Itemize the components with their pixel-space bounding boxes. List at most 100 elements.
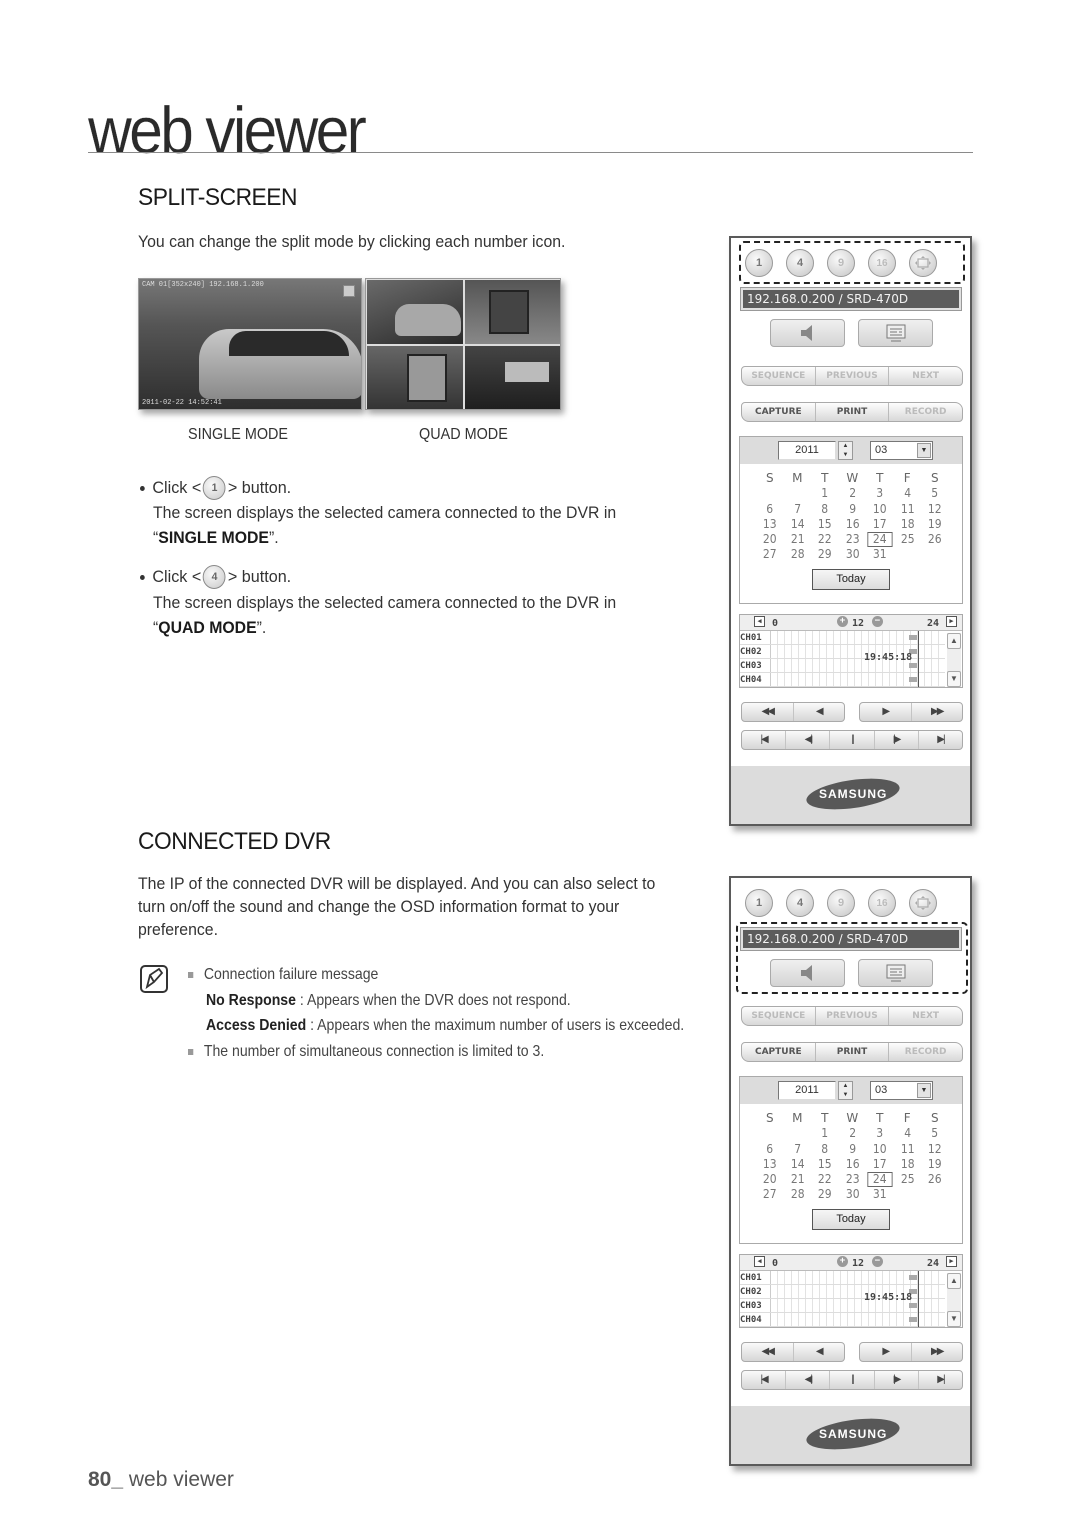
timeline-right-arrow-icon[interactable]: ▶ [946, 616, 957, 627]
pause-button[interactable]: || [830, 731, 875, 749]
sequence-button[interactable]: SEQUENCE [742, 367, 816, 385]
calendar-day[interactable]: 24 [867, 532, 893, 548]
calendar-day[interactable]: 9 [840, 502, 865, 517]
calendar-day[interactable]: 25 [895, 532, 920, 547]
calendar-day[interactable]: 15 [812, 1157, 837, 1172]
calendar-day[interactable]: 11 [895, 1142, 920, 1157]
go-to-end-button[interactable]: ▶| [919, 731, 962, 749]
calendar-day[interactable]: 2 [840, 1126, 865, 1141]
calendar-day[interactable]: 12 [922, 1142, 947, 1157]
channel-label[interactable]: CH04 [740, 1313, 771, 1326]
split-4-button[interactable]: 4 [786, 889, 814, 917]
calendar-day[interactable]: 13 [757, 517, 782, 532]
calendar-day[interactable]: 18 [895, 517, 920, 532]
year-input[interactable]: 2011 [778, 1081, 836, 1100]
calendar-day[interactable]: 22 [812, 1172, 837, 1187]
calendar-day[interactable]: 30 [840, 547, 865, 562]
zoom-in-icon[interactable]: + [837, 1256, 848, 1267]
calendar-day[interactable]: 4 [895, 1126, 920, 1141]
calendar-day[interactable]: 28 [785, 547, 810, 562]
year-spinner[interactable]: ▲ ▼ [838, 441, 853, 460]
calendar-day[interactable]: 17 [867, 517, 892, 532]
calendar-day[interactable]: 24 [867, 1172, 893, 1188]
timeline-scrollbar[interactable]: ▲ ▼ [947, 1273, 961, 1327]
calendar-day[interactable]: 29 [812, 547, 837, 562]
channel-label[interactable]: CH02 [740, 1285, 771, 1298]
record-button[interactable]: RECORD [889, 1043, 962, 1061]
step-back-button[interactable]: ◀| [786, 731, 831, 749]
channel-label[interactable]: CH03 [740, 1299, 771, 1312]
calendar-day[interactable]: 19 [922, 1157, 947, 1172]
calendar-day[interactable]: 11 [895, 502, 920, 517]
previous-button[interactable]: PREVIOUS [816, 367, 890, 385]
step-back-button[interactable]: ◀| [786, 1371, 831, 1389]
timeline-left-arrow-icon[interactable]: ◀ [754, 616, 765, 627]
calendar-day[interactable]: 26 [922, 1172, 947, 1187]
previous-button[interactable]: PREVIOUS [816, 1007, 890, 1025]
calendar-day[interactable]: 10 [867, 1142, 892, 1157]
calendar-day[interactable]: 21 [785, 532, 810, 547]
calendar-day[interactable]: 18 [895, 1157, 920, 1172]
scroll-up-icon[interactable]: ▲ [947, 633, 961, 649]
timeline-cursor[interactable] [918, 631, 919, 687]
year-input[interactable]: 2011 [778, 441, 836, 460]
zoom-in-icon[interactable]: + [837, 616, 848, 627]
today-button[interactable]: Today [812, 1209, 890, 1230]
fullscreen-button[interactable] [909, 889, 937, 917]
print-button[interactable]: PRINT [816, 1043, 890, 1061]
calendar-day[interactable]: 27 [757, 547, 782, 562]
next-button[interactable]: NEXT [889, 1007, 962, 1025]
calendar-day[interactable]: 16 [840, 1157, 865, 1172]
today-button[interactable]: Today [812, 569, 890, 590]
spin-up-icon[interactable]: ▲ [843, 1083, 849, 1089]
fast-rewind-button[interactable]: ◀◀ [742, 1343, 794, 1361]
calendar-day[interactable]: 5 [922, 1126, 947, 1141]
capture-button[interactable]: CAPTURE [742, 403, 816, 421]
calendar-day[interactable]: 10 [867, 502, 892, 517]
play-button[interactable]: ▶ [860, 1343, 912, 1361]
scroll-down-icon[interactable]: ▼ [947, 671, 961, 687]
calendar-day[interactable]: 6 [757, 1142, 782, 1157]
zoom-out-icon[interactable]: − [872, 616, 883, 627]
calendar-day[interactable]: 30 [840, 1187, 865, 1202]
timeline-left-arrow-icon[interactable]: ◀ [754, 1256, 765, 1267]
month-select[interactable]: 03 ▼ [870, 1081, 933, 1100]
timeline-right-arrow-icon[interactable]: ▶ [946, 1256, 957, 1267]
spin-down-icon[interactable]: ▼ [843, 1092, 849, 1098]
step-forward-button[interactable]: |▶ [875, 731, 919, 749]
step-forward-button[interactable]: |▶ [875, 1371, 919, 1389]
calendar-day[interactable]: 31 [867, 547, 892, 562]
next-button[interactable]: NEXT [889, 367, 962, 385]
calendar-day[interactable]: 9 [840, 1142, 865, 1157]
channel-label[interactable]: CH01 [740, 1271, 771, 1284]
calendar-day[interactable]: 22 [812, 532, 837, 547]
calendar-day[interactable]: 1 [812, 1126, 837, 1141]
calendar-day[interactable]: 5 [922, 486, 947, 501]
calendar-day[interactable]: 3 [867, 486, 892, 501]
timeline-scrollbar[interactable]: ▲ ▼ [947, 633, 961, 687]
calendar-day[interactable]: 23 [840, 1172, 865, 1187]
play-button[interactable]: ▶ [860, 703, 912, 721]
record-button[interactable]: RECORD [889, 403, 962, 421]
dropdown-arrow-icon[interactable]: ▼ [917, 1083, 931, 1098]
sound-toggle-button[interactable] [770, 319, 845, 347]
calendar-day[interactable]: 19 [922, 517, 947, 532]
calendar-day[interactable]: 14 [785, 517, 810, 532]
go-to-start-button[interactable]: |◀ [742, 1371, 787, 1389]
calendar-day[interactable]: 2 [840, 486, 865, 501]
channel-label[interactable]: CH03 [740, 659, 771, 672]
split-16-button[interactable]: 16 [868, 889, 896, 917]
spin-down-icon[interactable]: ▼ [843, 452, 849, 458]
calendar-day[interactable]: 14 [785, 1157, 810, 1172]
calendar-day[interactable]: 17 [867, 1157, 892, 1172]
split-9-button[interactable]: 9 [827, 889, 855, 917]
reverse-play-button[interactable]: ◀ [794, 703, 845, 721]
timeline-cursor[interactable] [918, 1271, 919, 1327]
calendar-day[interactable]: 4 [895, 486, 920, 501]
calendar-day[interactable]: 8 [812, 502, 837, 517]
calendar-day[interactable]: 29 [812, 1187, 837, 1202]
calendar-day[interactable]: 26 [922, 532, 947, 547]
osd-format-button[interactable] [858, 319, 933, 347]
go-to-start-button[interactable]: |◀ [742, 731, 787, 749]
split-1-button[interactable]: 1 [745, 889, 773, 917]
